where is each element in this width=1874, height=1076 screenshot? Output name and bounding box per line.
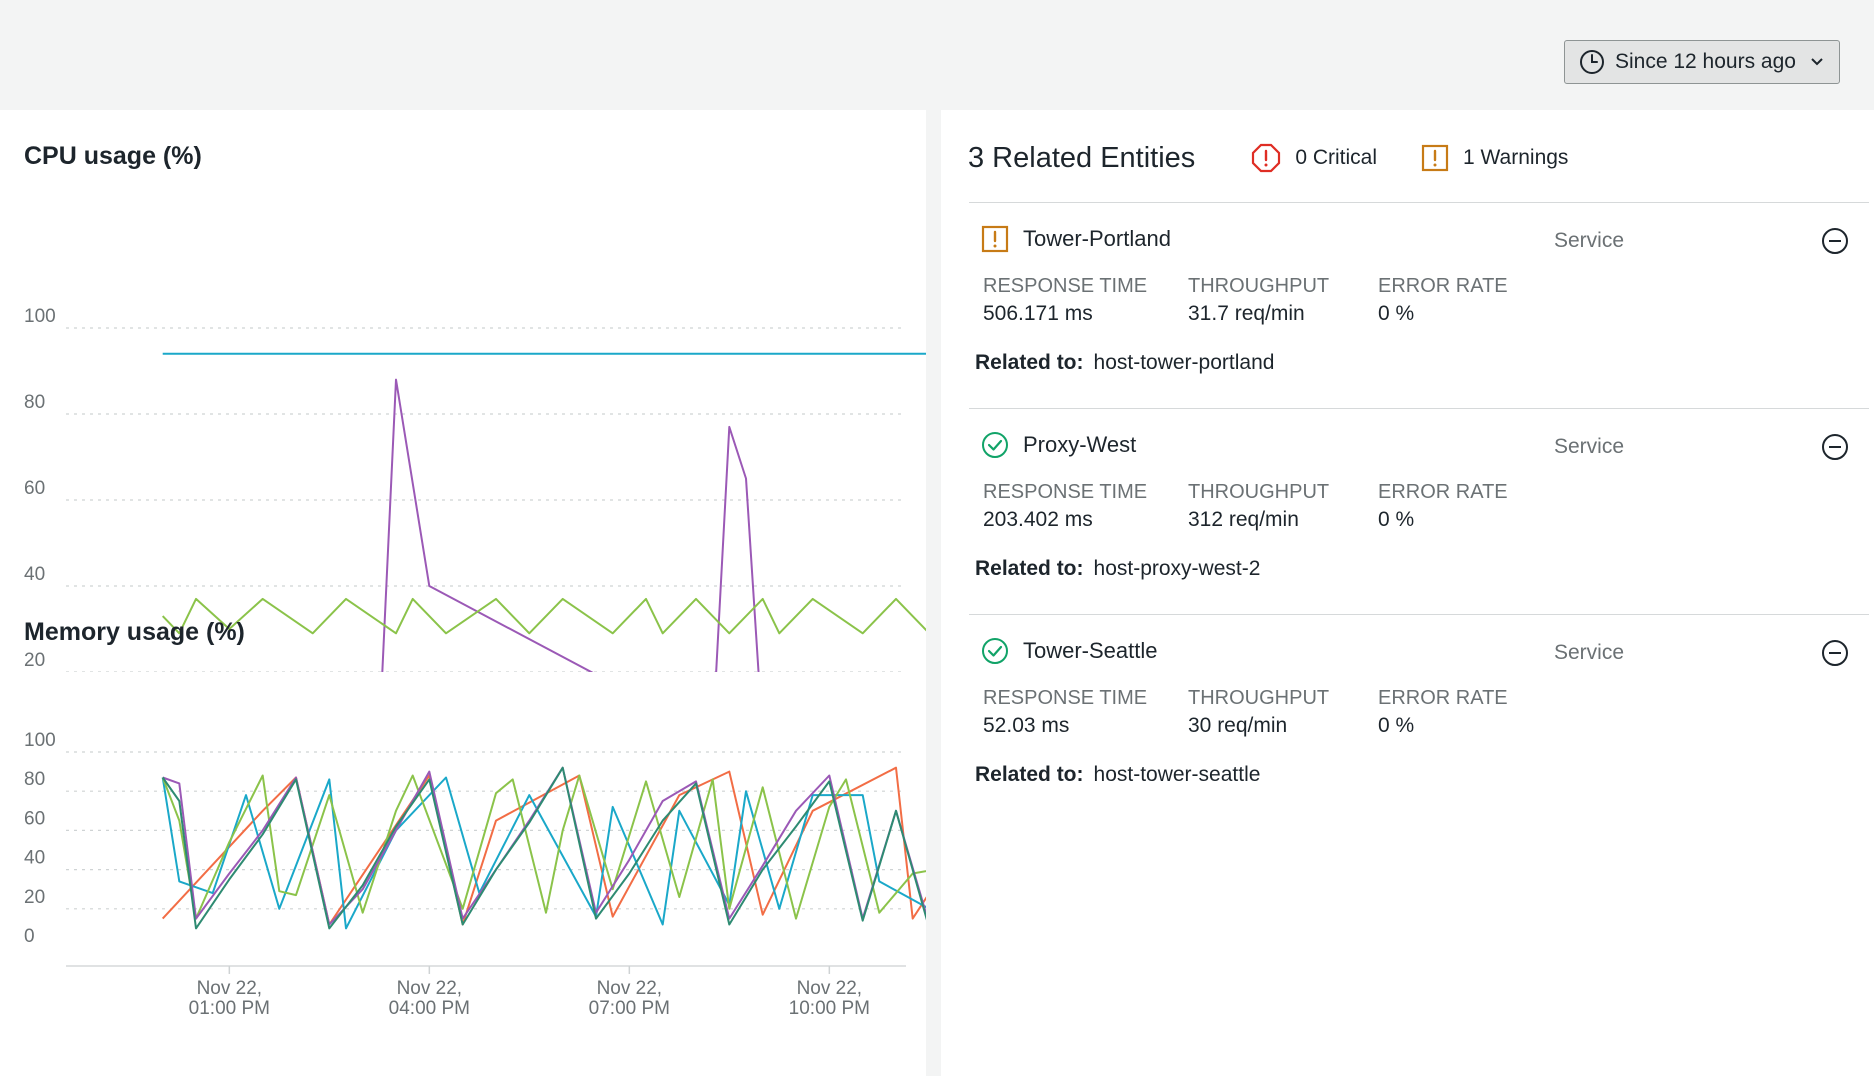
remove-entity-icon[interactable] <box>1821 433 1849 461</box>
entity-header[interactable]: Tower-Seattle <box>981 637 1158 665</box>
metric-error-rate: ERROR RATE 0 % <box>1378 687 1508 738</box>
x-tick-label: Nov 22, <box>597 978 662 999</box>
related-host-link[interactable]: host-tower-portland <box>1094 351 1275 374</box>
time-range-picker[interactable]: Since 12 hours ago <box>1564 40 1840 84</box>
related-entities-header: 3 Related Entities 0 Critical 1 Warnings <box>968 138 1848 178</box>
y-tick-label: 60 <box>24 808 45 829</box>
critical-badge[interactable]: 0 Critical <box>1251 143 1377 173</box>
related-to-label: Related to: <box>975 557 1084 580</box>
entity-row: Tower-Seattle Service RESPONSE TIME 52.0… <box>969 615 1869 821</box>
time-range-label: Since 12 hours ago <box>1615 50 1796 73</box>
metric-value: 30 req/min <box>1188 714 1288 737</box>
y-tick-label: 40 <box>24 848 45 869</box>
related-entities-panel: 3 Related Entities 0 Critical 1 Warnings <box>941 110 1874 1076</box>
warnings-badge[interactable]: 1 Warnings <box>1421 144 1568 172</box>
critical-count: 0 Critical <box>1295 146 1377 169</box>
y-tick-label: 80 <box>24 392 45 413</box>
entity-row: Tower-Portland Service RESPONSE TIME 506… <box>969 203 1869 409</box>
entity-header[interactable]: Proxy-West <box>981 431 1136 459</box>
y-tick-label: 20 <box>24 650 45 671</box>
remove-entity-icon[interactable] <box>1821 227 1849 255</box>
warning-square-icon <box>1421 144 1449 172</box>
metric-value: 31.7 req/min <box>1188 302 1305 325</box>
metric-value: 312 req/min <box>1188 508 1299 531</box>
check-circle-icon <box>982 432 1008 458</box>
metric-throughput: THROUGHPUT 30 req/min <box>1188 687 1378 738</box>
related-entities-title: 3 Related Entities <box>968 141 1196 174</box>
warning-square-icon <box>981 225 1009 253</box>
warnings-count: 1 Warnings <box>1463 146 1569 169</box>
x-tick-label: Nov 22, <box>797 978 862 999</box>
critical-octagon-icon <box>1252 143 1281 173</box>
metric-value: 506.171 ms <box>983 302 1093 325</box>
series-line-green <box>161 597 926 635</box>
x-tick-label: 07:00 PM <box>589 998 670 1019</box>
cpu-chart-title: CPU usage (%) <box>24 142 202 170</box>
entity-type: Service <box>1554 641 1625 664</box>
metric-value: 52.03 ms <box>983 714 1070 737</box>
x-tick-label: 01:00 PM <box>189 998 270 1019</box>
series-line-purple <box>381 378 760 672</box>
related-to: Related to: host-tower-portland <box>975 351 1274 375</box>
metric-value: 0 % <box>1378 508 1415 531</box>
metric-throughput: THROUGHPUT 312 req/min <box>1188 481 1378 532</box>
metric-label: THROUGHPUT <box>1188 481 1330 503</box>
entity-type: Service <box>1554 229 1625 252</box>
charts-panel: CPU usage (%) 020406080100Nov 22,01:00 P… <box>0 110 926 1076</box>
metric-error-rate: ERROR RATE 0 % <box>1378 481 1508 532</box>
entity-name[interactable]: Tower-Portland <box>1023 226 1171 252</box>
y-tick-label: 60 <box>24 478 45 499</box>
metric-response-time: RESPONSE TIME 506.171 ms <box>983 275 1188 326</box>
related-to: Related to: host-proxy-west-2 <box>975 557 1260 581</box>
entity-metrics: RESPONSE TIME 506.171 ms THROUGHPUT 31.7… <box>983 275 1508 326</box>
chevron-down-icon <box>1811 58 1823 66</box>
cpu-usage-chart: 020406080100Nov 22,01:00 PMNov 22,04:00 … <box>24 306 926 672</box>
x-tick-label: 04:00 PM <box>389 998 470 1019</box>
entity-type: Service <box>1554 435 1625 458</box>
y-tick-label: 20 <box>24 887 45 908</box>
x-tick-label: 10:00 PM <box>789 998 870 1019</box>
memory-chart-title: Memory usage (%) <box>24 618 245 646</box>
metric-label: THROUGHPUT <box>1188 687 1330 709</box>
check-circle-icon <box>982 638 1008 664</box>
entity-row: Proxy-West Service RESPONSE TIME 203.402… <box>969 409 1869 615</box>
y-tick-label: 100 <box>24 730 56 751</box>
related-to-label: Related to: <box>975 763 1084 786</box>
entity-metrics: RESPONSE TIME 203.402 ms THROUGHPUT 312 … <box>983 481 1508 532</box>
metric-response-time: RESPONSE TIME 203.402 ms <box>983 481 1188 532</box>
metric-label: ERROR RATE <box>1378 687 1508 709</box>
x-tick-label: Nov 22, <box>397 978 462 999</box>
entity-name[interactable]: Tower-Seattle <box>1023 638 1158 664</box>
metric-label: RESPONSE TIME <box>983 481 1148 503</box>
remove-entity-icon[interactable] <box>1821 639 1849 667</box>
x-tick-label: Nov 22, <box>197 978 262 999</box>
metric-label: RESPONSE TIME <box>983 275 1148 297</box>
y-tick-label: 80 <box>24 769 45 790</box>
y-tick-label: 100 <box>24 306 56 327</box>
metric-label: THROUGHPUT <box>1188 275 1330 297</box>
related-host-link[interactable]: host-proxy-west-2 <box>1094 557 1261 580</box>
y-tick-label: 40 <box>24 564 45 585</box>
entity-header[interactable]: Tower-Portland <box>981 225 1171 253</box>
y-tick-label: 0 <box>24 926 35 947</box>
metric-label: ERROR RATE <box>1378 275 1508 297</box>
entity-name[interactable]: Proxy-West <box>1023 432 1136 458</box>
metric-value: 203.402 ms <box>983 508 1093 531</box>
memory-usage-chart: 020406080100Nov 22,01:00 PMNov 22,04:00 … <box>24 730 926 1019</box>
metric-error-rate: ERROR RATE 0 % <box>1378 275 1508 326</box>
metric-response-time: RESPONSE TIME 52.03 ms <box>983 687 1188 738</box>
entity-metrics: RESPONSE TIME 52.03 ms THROUGHPUT 30 req… <box>983 687 1508 738</box>
clock-icon <box>1580 50 1604 74</box>
related-to: Related to: host-tower-seattle <box>975 763 1260 787</box>
related-host-link[interactable]: host-tower-seattle <box>1094 763 1261 786</box>
metric-value: 0 % <box>1378 302 1415 325</box>
related-to-label: Related to: <box>975 351 1084 374</box>
metric-value: 0 % <box>1378 714 1415 737</box>
metric-label: ERROR RATE <box>1378 481 1508 503</box>
metric-label: RESPONSE TIME <box>983 687 1148 709</box>
metric-throughput: THROUGHPUT 31.7 req/min <box>1188 275 1378 326</box>
